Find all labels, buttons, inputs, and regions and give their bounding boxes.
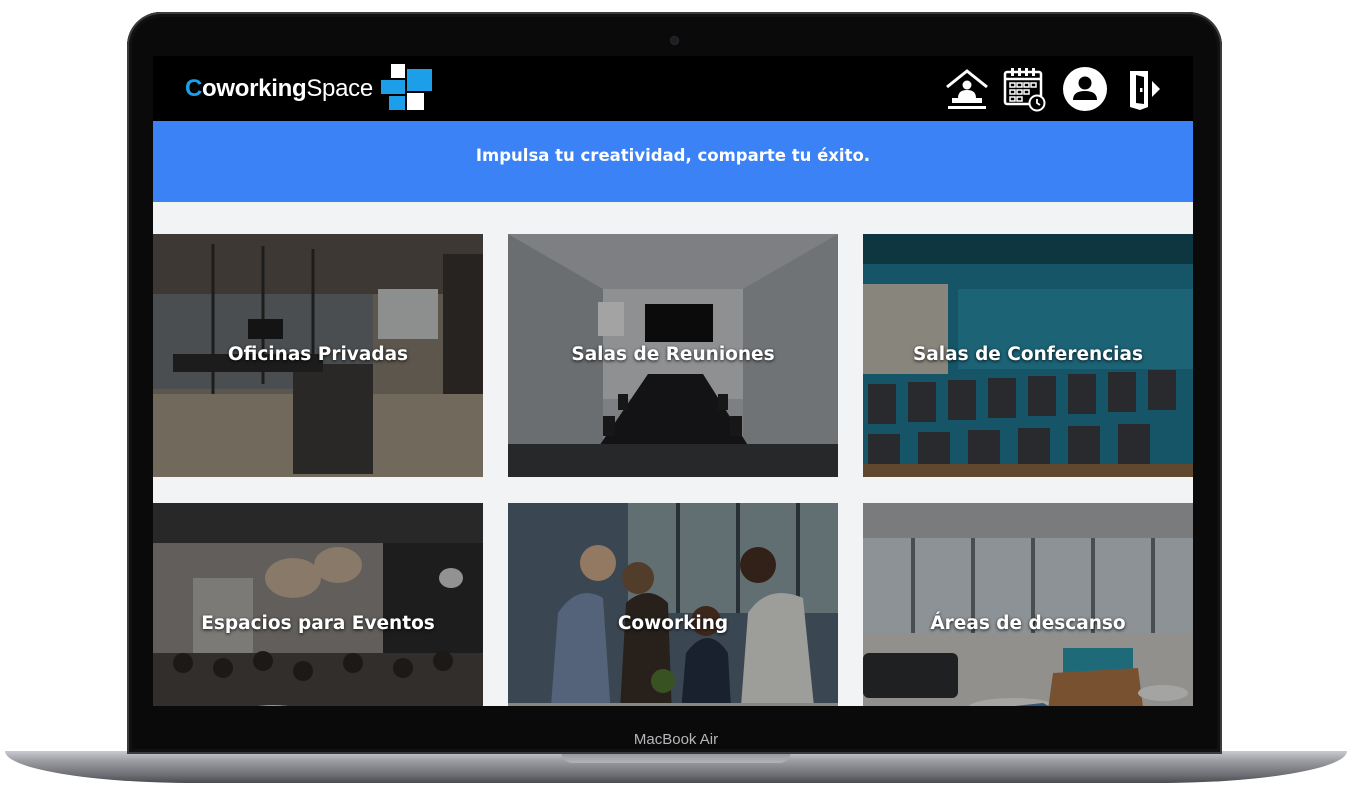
space-card-meeting-rooms[interactable]: Salas de Reuniones (508, 234, 838, 477)
brand-logo-text: CoworkingSpace (185, 75, 373, 102)
space-card-coworking[interactable]: Coworking (508, 503, 838, 706)
logout-icon[interactable] (1121, 65, 1169, 113)
space-card-title: Espacios para Eventos (201, 613, 435, 634)
space-card-title: Coworking (617, 613, 729, 634)
brand-logo[interactable]: CoworkingSpace (185, 64, 437, 114)
space-card-lounge-areas[interactable]: Áreas de descanso (863, 503, 1193, 706)
top-navbar: CoworkingSpace (153, 56, 1193, 121)
space-card-title: Salas de Reuniones (571, 344, 775, 365)
app-screen: CoworkingSpace Impulsa tu creatividad, c… (153, 56, 1193, 706)
camera-icon (671, 37, 678, 44)
hero-banner: Impulsa tu creatividad, comparte tu éxit… (153, 121, 1193, 202)
space-card-title: Áreas de descanso (930, 613, 1126, 634)
space-card-title: Salas de Conferencias (912, 344, 1143, 365)
banner-tagline: Impulsa tu creatividad, comparte tu éxit… (475, 146, 871, 165)
brand-mark-icon (380, 64, 437, 114)
calendar-icon[interactable] (1001, 65, 1049, 113)
reception-icon[interactable] (943, 65, 991, 113)
space-card-title: Oficinas Privadas (227, 344, 409, 365)
user-icon[interactable] (1061, 65, 1109, 113)
space-card-private-offices[interactable]: Oficinas Privadas (153, 234, 483, 477)
header-actions (933, 56, 1193, 121)
space-card-conference-rooms[interactable]: Salas de Conferencias (863, 234, 1193, 477)
space-card-event-spaces[interactable]: Espacios para Eventos (153, 503, 483, 706)
device-model-label: MacBook Air (633, 731, 719, 748)
